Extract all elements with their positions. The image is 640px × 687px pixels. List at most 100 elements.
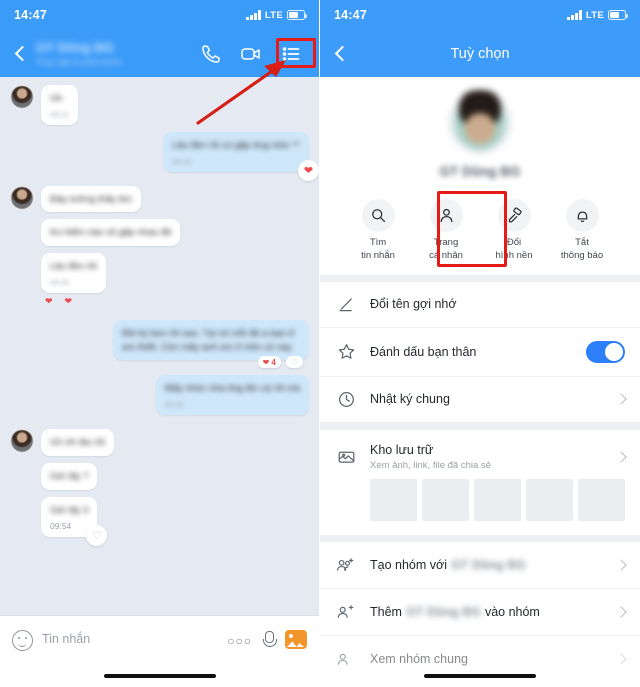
chat-contact-status: Truy cập 5 phút trước: [36, 57, 123, 67]
thumbnail-placeholder[interactable]: [370, 478, 417, 521]
home-indicator: [103, 674, 216, 678]
menu-item-view-common-groups[interactable]: Xem nhóm chung: [320, 635, 640, 673]
menu-item-close-friend[interactable]: Đánh dấu bạn thân: [320, 327, 640, 377]
message-bubble[interactable]: Đây tưởng thấy êm: [41, 185, 141, 213]
message-text: Ko hiểm nào vô gặp nhau đb: [50, 227, 172, 239]
message-bubble[interactable]: Đkl kỳ bọn rồi sao. Tại cô mỗi đb a bạn …: [113, 319, 309, 369]
menu-item-rename[interactable]: Đổi tên gợi nhớ: [320, 281, 640, 328]
person-block-icon: [335, 649, 357, 669]
thumbnail-placeholder[interactable]: [474, 478, 521, 521]
signal-bars-icon: [567, 10, 582, 20]
message-bubble[interactable]: Lâu lắm rồi có gặp ông nữa ^^ 09:15 ❤: [163, 131, 319, 181]
quick-actions: Tìm tin nhắn Trang cá nhân Đổi hình nền …: [320, 189, 640, 275]
battery-icon: [287, 10, 307, 20]
menu-item-label: Đánh dấu bạn thân: [370, 344, 477, 359]
menu-item-label: Kho lưu trữ: [370, 442, 434, 457]
search-icon: [361, 199, 395, 232]
message-bubble[interactable]: Giờ lấy 3 09:54 ♡: [41, 496, 108, 547]
menu-item-subtitle: Xem ảnh, link, file đã chia sẻ: [370, 459, 491, 471]
menu-item-create-group[interactable]: Tạo nhóm với GT Dũng BG: [320, 541, 640, 589]
reaction-heart-icon[interactable]: ❤: [45, 296, 53, 307]
status-indicators: LTE: [246, 9, 307, 21]
reaction-heart-icon[interactable]: ❤: [65, 296, 73, 307]
message-row: Đây tưởng thấy êm: [10, 185, 309, 213]
page-title: Tuỳ chọn: [450, 45, 510, 62]
message-row: Đkl kỳ bọn rồi sao. Tại cô mỗi đb a bạn …: [10, 319, 309, 369]
section-divider: [320, 534, 640, 542]
menu-item-storage[interactable]: Kho lưu trữ Xem ảnh, link, file đã chia …: [320, 429, 640, 477]
menu-item-contact-name: GT Dũng BG: [405, 604, 481, 619]
menu-item-label: Đổi tên gợi nhớ: [370, 297, 457, 312]
status-time: 14:47: [14, 8, 47, 22]
options-header: Tuỳ chọn: [320, 30, 640, 77]
thumbnail-placeholder[interactable]: [526, 478, 573, 521]
message-row: Mấy nhóc nhà ông lên cả rồi mà 09:34: [10, 375, 309, 416]
back-chevron-icon[interactable]: [10, 43, 32, 65]
chevron-right-icon: [615, 393, 627, 405]
menu-item-add-to-group[interactable]: Thêm GT Dũng BG vào nhóm: [320, 588, 640, 636]
microphone-icon[interactable]: [261, 630, 277, 651]
message-input[interactable]: Tin nhắn: [42, 630, 218, 646]
reaction-row[interactable]: ❤ ❤: [41, 296, 106, 307]
message-time: 09:54: [50, 521, 72, 532]
status-bar-left: 14:47 LTE: [0, 0, 319, 30]
message-text: Đkl kỳ bọn rồi sao. Tại cô mỗi đb a bạn …: [122, 327, 298, 353]
options-body[interactable]: GT Dũng BG Tìm tin nhắn Trang cá nhân Đổ…: [320, 77, 640, 687]
message-bubble[interactable]: Uh ừh lâu rồi: [41, 429, 114, 456]
action-label-line1: Tìm: [369, 237, 387, 248]
section-divider: [320, 274, 640, 282]
status-time: 14:47: [334, 8, 367, 22]
chevron-right-icon: [615, 450, 627, 463]
profile-avatar[interactable]: [448, 90, 512, 154]
back-chevron-icon[interactable]: [330, 43, 352, 65]
message-bubble[interactable]: Ko hiểm nào vô gặp nhau đb: [41, 219, 181, 247]
avatar: [10, 85, 34, 109]
thumbnail-placeholder[interactable]: [578, 478, 625, 521]
more-options-icon[interactable]: ○○○: [227, 630, 252, 648]
action-mute-notifications[interactable]: Tắt thông báo: [548, 199, 616, 263]
message-time: 09:34: [164, 400, 184, 410]
message-bubble[interactable]: Mấy nhóc nhà ông lên cả rồi mà 09:34: [155, 375, 309, 416]
reaction-add-icon[interactable]: ♡: [285, 356, 303, 369]
reaction-row[interactable]: ❤ 4 ♡: [257, 356, 303, 369]
clock-icon: [335, 390, 357, 409]
image-gallery-icon[interactable]: [285, 630, 307, 649]
menu-item-shared-journal[interactable]: Nhật ký chung: [320, 376, 640, 423]
chat-contact-name: GT Dũng BG: [36, 40, 114, 55]
status-indicators: LTE: [567, 10, 628, 21]
profile-name: GT Dũng BG: [439, 164, 521, 179]
message-bubble[interactable]: Uh 09:12: [41, 85, 78, 125]
photo-archive-icon: [335, 447, 357, 466]
section-divider: [320, 422, 640, 430]
network-label: LTE: [264, 9, 283, 21]
message-time: 09:12: [50, 109, 69, 119]
message-list[interactable]: Uh 09:12 Lâu lắm rồi có gặp ông nữa ^^ 0…: [0, 77, 319, 615]
chat-header-titles[interactable]: GT Dũng BG Truy cập 5 phút trước: [32, 40, 199, 67]
menu-item-contact-name: GT Dũng BG: [450, 557, 526, 572]
signal-bars-icon: [246, 10, 261, 20]
thumbnail-placeholder[interactable]: [422, 478, 469, 521]
chevron-right-icon: [615, 605, 627, 618]
avatar: [10, 185, 34, 210]
pencil-icon: [335, 295, 357, 314]
reaction-heart-icon[interactable]: ❤: [298, 159, 319, 181]
reaction-heart-count[interactable]: ❤ 4: [257, 356, 281, 369]
storage-thumbnail-strip[interactable]: [320, 476, 640, 535]
person-add-icon: [335, 602, 357, 622]
annotation-highlight-profile-button: [437, 191, 507, 267]
message-time: 09:15: [172, 156, 191, 166]
message-text: Uh: [50, 93, 63, 104]
smiley-icon[interactable]: [12, 630, 33, 651]
reaction-add-icon[interactable]: ♡: [86, 525, 108, 547]
message-text: Lâu lắm rồi: [50, 261, 97, 273]
message-row: Lâu lắm rồi 09:20 ❤ ❤: [10, 253, 309, 307]
action-search-messages[interactable]: Tìm tin nhắn: [344, 199, 412, 263]
close-friend-toggle[interactable]: [586, 340, 625, 363]
action-label-line2: tin nhắn: [361, 249, 395, 261]
chat-screen: 14:47 LTE GT Dũng BG Truy cập 5 phút trư…: [0, 0, 320, 687]
menu-item-label: Tạo nhóm với GT Dũng BG: [370, 558, 604, 572]
action-label-line1: Tắt: [575, 237, 589, 248]
message-text: Lâu lắm rồi có gặp ông nữa ^^: [172, 139, 300, 151]
message-bubble[interactable]: Giờ lấy ?: [41, 462, 98, 490]
message-bubble[interactable]: Lâu lắm rồi 09:20: [41, 253, 106, 293]
